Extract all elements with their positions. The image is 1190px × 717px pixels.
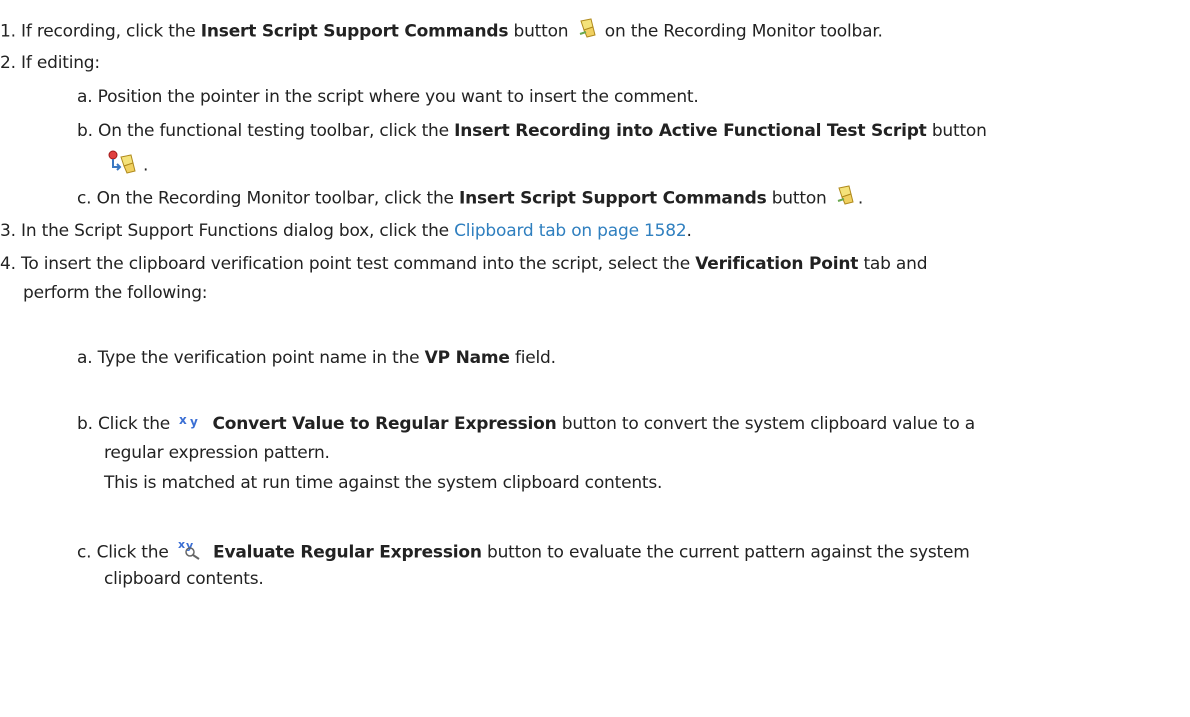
- step-4-text-b: tab and: [863, 254, 928, 274]
- step-4c-letter: c.: [77, 542, 92, 563]
- step-4b-text-a: Click the: [98, 414, 171, 434]
- step-4b-line-3: This is matched at run time against the …: [104, 471, 662, 495]
- step-2b: b. On the functional testing toolbar, cl…: [77, 119, 987, 143]
- insert-recording-icon: [104, 149, 140, 182]
- svg-text:x: x: [179, 413, 187, 427]
- step-4c-line-2: clipboard contents.: [104, 567, 264, 591]
- step-2b-text-b: button: [931, 121, 987, 141]
- step-4b-letter: b.: [77, 414, 93, 434]
- step-3: 3. In the Script Support Functions dialo…: [0, 219, 692, 243]
- script-support-icon: [835, 185, 855, 212]
- xy-regex-icon: x y: [178, 412, 204, 436]
- step-4-number: 4.: [0, 254, 16, 274]
- step-4a-text-b: field.: [514, 348, 556, 368]
- step-2b-letter: b.: [77, 121, 93, 141]
- step-4b-bold-command: Convert Value to Regular Expression: [212, 414, 557, 434]
- step-2b-bold-command: Insert Recording into Active Functional …: [454, 121, 927, 141]
- document-page: 1. If recording, click the Insert Script…: [0, 0, 1190, 717]
- step-4a-text-a: Type the verification point name in the: [97, 348, 420, 368]
- step-4-line-2: perform the following:: [23, 281, 208, 305]
- step-4-text-c: perform the following:: [23, 283, 208, 303]
- step-2a-letter: a.: [77, 87, 93, 107]
- step-4a: a. Type the verification point name in t…: [77, 346, 556, 370]
- step-4b-text-b: button to convert the system clipboard v…: [561, 414, 976, 434]
- step-3-period: .: [686, 221, 692, 241]
- step-2: 2. If editing:: [0, 51, 100, 75]
- step-1-text-b: button: [513, 21, 569, 42]
- step-4-bold-tab: Verification Point: [695, 254, 859, 274]
- step-4b-text-c: regular expression pattern.: [104, 443, 330, 463]
- step-2c-period: .: [857, 188, 864, 209]
- step-2-text: If editing:: [21, 53, 100, 73]
- step-1-number: 1.: [0, 21, 16, 42]
- step-3-number: 3.: [0, 221, 16, 241]
- step-4c: c. Click the x y Evaluate Regular Expres…: [77, 538, 970, 567]
- step-4c-text-c: clipboard contents.: [104, 569, 264, 589]
- step-2a: a. Position the pointer in the script wh…: [77, 85, 699, 109]
- step-1-bold-command: Insert Script Support Commands: [200, 21, 509, 42]
- script-support-icon: [577, 18, 597, 45]
- clipboard-tab-link[interactable]: Clipboard tab on page 1582: [454, 221, 687, 241]
- step-2b-line-2: .: [104, 149, 148, 182]
- step-4-text-a: To insert the clipboard verification poi…: [21, 254, 691, 274]
- step-1-text-c: on the Recording Monitor toolbar.: [604, 21, 883, 42]
- step-1: 1. If recording, click the Insert Script…: [0, 18, 883, 45]
- step-1-text-a: If recording, click the: [21, 21, 196, 42]
- step-2c-text-b: button: [771, 188, 827, 209]
- step-4c-text-b: button to evaluate the current pattern a…: [487, 542, 970, 563]
- step-2a-text: Position the pointer in the script where…: [97, 87, 699, 107]
- step-4a-bold-field: VP Name: [424, 348, 510, 368]
- step-4b-text-d: This is matched at run time against the …: [104, 473, 663, 493]
- step-4b-line-2: regular expression pattern.: [104, 441, 330, 465]
- step-2c: c. On the Recording Monitor toolbar, cli…: [77, 185, 863, 212]
- svg-text:y: y: [190, 415, 198, 429]
- step-3-text-a: In the Script Support Functions dialog b…: [21, 221, 449, 241]
- step-2c-text-a: On the Recording Monitor toolbar, click …: [96, 188, 454, 209]
- svg-text:x: x: [178, 538, 185, 551]
- step-4: 4. To insert the clipboard verification …: [0, 252, 928, 276]
- step-2-number: 2.: [0, 53, 16, 73]
- step-2b-text-a: On the functional testing toolbar, click…: [98, 121, 449, 141]
- step-2c-letter: c.: [77, 188, 92, 209]
- step-4c-bold-command: Evaluate Regular Expression: [213, 542, 482, 563]
- evaluate-regex-icon: x y: [177, 538, 205, 567]
- step-4a-letter: a.: [77, 348, 93, 368]
- step-2c-bold-command: Insert Script Support Commands: [459, 188, 767, 209]
- step-2b-period: .: [143, 155, 149, 176]
- step-4b: b. Click the x y Convert Value to Regula…: [77, 412, 975, 436]
- step-4c-text-a: Click the: [96, 542, 169, 563]
